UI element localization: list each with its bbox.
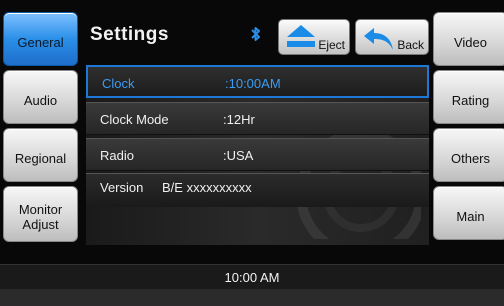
nav-video-label: Video xyxy=(453,34,487,50)
eject-button[interactable]: Eject xyxy=(278,19,350,55)
setting-value: :10:00AM xyxy=(225,76,281,91)
nav-rating-label: Rating xyxy=(451,92,490,108)
nav-audio-label: Audio xyxy=(23,92,58,108)
setting-row-radio[interactable]: Radio :USA xyxy=(86,138,429,171)
setting-key: Clock xyxy=(102,76,135,91)
bluetooth-icon xyxy=(251,27,260,41)
eject-icon xyxy=(287,25,315,47)
setting-value: B/E xxxxxxxxxx xyxy=(162,180,252,195)
nav-audio-button[interactable]: Audio xyxy=(3,70,78,124)
nav-general-label: General xyxy=(17,34,64,50)
nav-monitor-adjust-label: Monitor Adjust xyxy=(18,202,63,232)
nav-monitor-adjust-button[interactable]: Monitor Adjust xyxy=(3,186,78,242)
nav-others-button[interactable]: Others xyxy=(433,128,504,182)
setting-key: Clock Mode xyxy=(100,112,169,127)
status-bar: 10:00 AM xyxy=(0,264,504,290)
back-button[interactable]: Back xyxy=(355,19,429,55)
nav-regional-button[interactable]: Regional xyxy=(3,128,78,182)
setting-row-version: Version B/E xxxxxxxxxx xyxy=(86,173,429,207)
setting-value: :12Hr xyxy=(223,112,255,127)
settings-list: Clock :10:00AM Clock Mode :12Hr Radio :U… xyxy=(86,65,429,245)
nav-video-button[interactable]: Video xyxy=(433,12,504,66)
back-arrow-icon xyxy=(364,28,393,50)
bottom-strip xyxy=(0,289,504,306)
setting-key: Version xyxy=(100,180,144,195)
eject-label: Eject xyxy=(318,38,345,52)
status-clock: 10:00 AM xyxy=(224,270,280,285)
nav-regional-label: Regional xyxy=(14,150,67,166)
setting-row-clock-mode[interactable]: Clock Mode :12Hr xyxy=(86,102,429,135)
settings-screen: General Audio Regional Monitor Adjust Vi… xyxy=(0,0,504,306)
nav-main-label: Main xyxy=(456,208,485,224)
setting-row-clock[interactable]: Clock :10:00AM xyxy=(86,65,429,98)
setting-value: :USA xyxy=(223,148,254,163)
nav-others-label: Others xyxy=(450,150,490,166)
nav-rating-button[interactable]: Rating xyxy=(433,70,504,124)
nav-main-button[interactable]: Main xyxy=(433,186,504,240)
page-title: Settings xyxy=(90,24,169,45)
nav-general-button[interactable]: General xyxy=(3,12,78,66)
back-label: Back xyxy=(397,38,424,52)
setting-key: Radio xyxy=(100,148,134,163)
